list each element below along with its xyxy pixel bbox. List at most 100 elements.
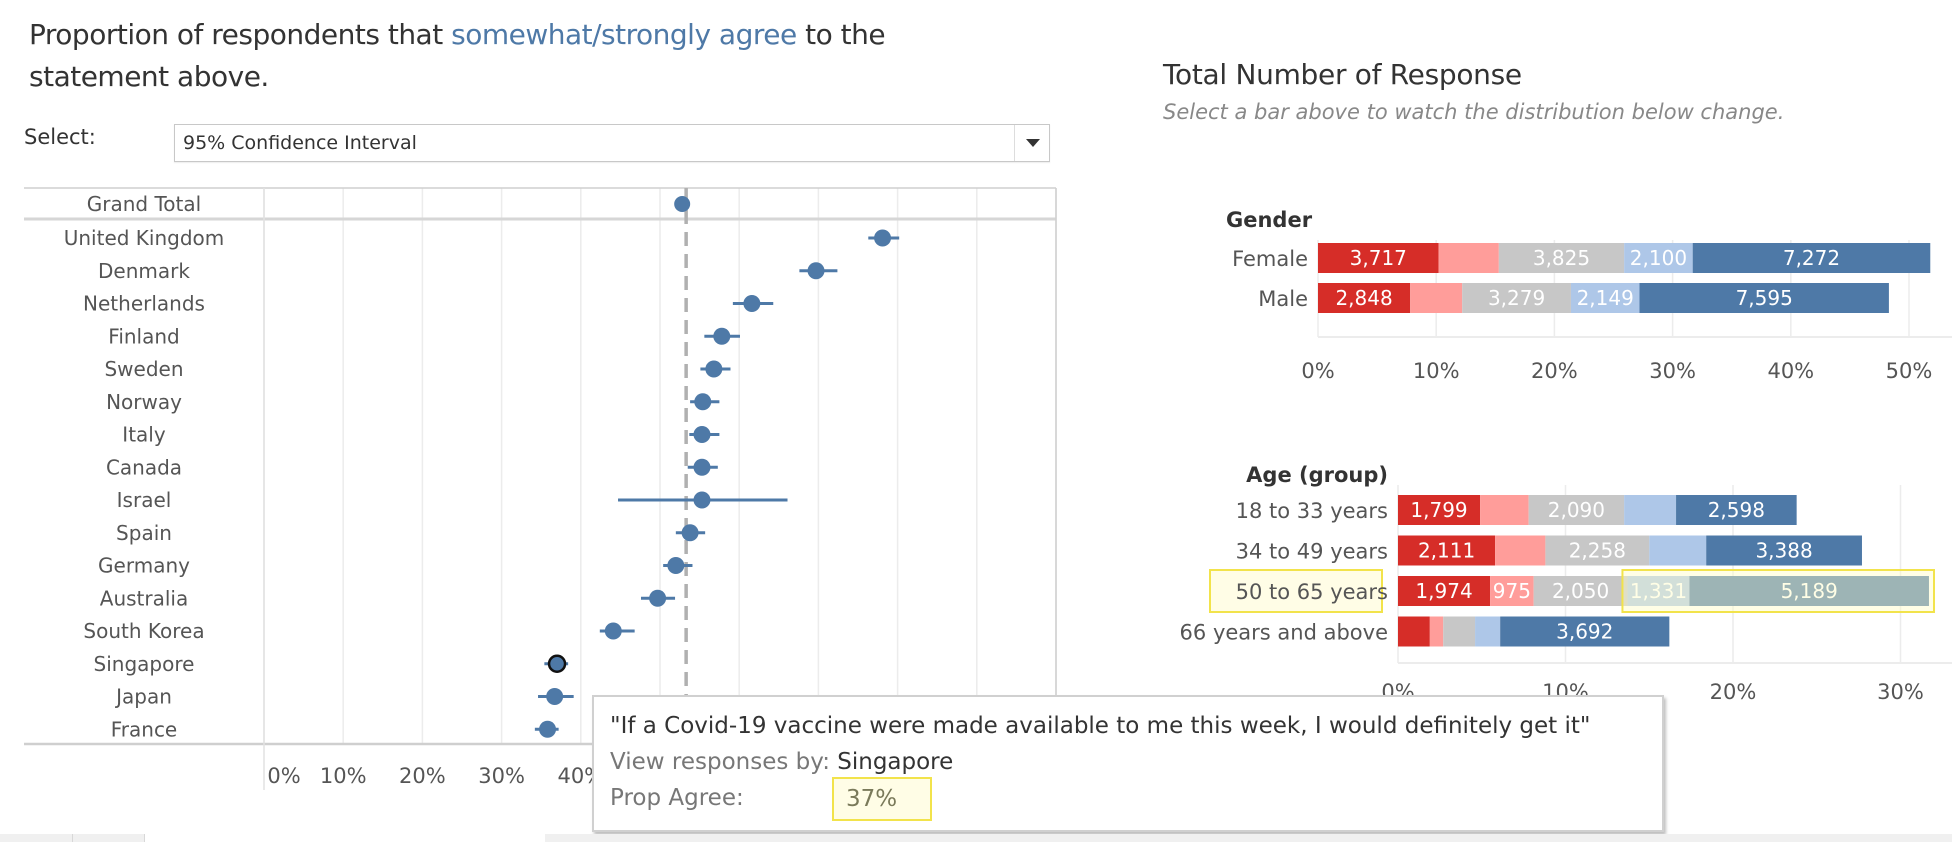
data-dot <box>667 557 685 574</box>
row-label: Italy <box>122 423 166 447</box>
segment-label: 3,388 <box>1755 539 1812 563</box>
row-label: Israel <box>117 488 172 512</box>
selected-dot <box>547 654 567 673</box>
chart-header: Age (group) <box>1246 463 1388 487</box>
dotplot-marks <box>534 196 900 738</box>
segment-label: 3,717 <box>1350 246 1407 270</box>
tooltip: "If a Covid-19 vaccine were made availab… <box>592 695 1664 832</box>
row-label: Sweden <box>104 357 183 381</box>
tooltip-prop-label: Prop Agree: <box>610 785 744 811</box>
bar-segment <box>1398 616 1430 647</box>
x-tick-label: 20% <box>399 764 446 788</box>
tooltip-view-label: View responses by: <box>610 749 838 775</box>
dotplot-x-ticks: 0% 10% 20% 30% 40% <box>267 764 604 788</box>
data-dot <box>546 688 564 705</box>
segment-label: 975 <box>1493 579 1531 603</box>
bar-segment <box>1438 243 1499 273</box>
bar-segment <box>1475 616 1501 647</box>
data-dot <box>694 393 712 411</box>
response-totals-title: Total Number of Response <box>1163 58 1522 91</box>
data-dot <box>743 295 761 312</box>
segment-label: 3,825 <box>1533 246 1590 270</box>
segment-label: 2,149 <box>1577 286 1634 310</box>
segment-label: 3,279 <box>1488 286 1545 310</box>
segment-label: 7,272 <box>1783 246 1840 270</box>
bar-segment <box>1429 616 1444 647</box>
segment-label: 2,111 <box>1418 539 1475 563</box>
tab-divider <box>72 834 73 842</box>
data-dot <box>807 262 825 280</box>
age-bar-chart: Age (group) 18 to 33 years 1,799 2,090 2,598… <box>1180 463 1952 700</box>
tooltip-question: "If a Covid-19 vaccine were made availab… <box>610 713 1591 739</box>
row-label: Norway <box>106 390 182 414</box>
row-label: Australia <box>100 586 188 610</box>
category-label: 34 to 49 years <box>1236 540 1388 564</box>
data-dot <box>649 589 667 607</box>
segment-label: 2,598 <box>1708 498 1765 522</box>
x-tick-label: 20% <box>1710 680 1757 700</box>
response-totals-subtitle: Select a bar above to watch the distribu… <box>1163 100 1785 124</box>
bar-segment <box>1443 616 1476 647</box>
bar-segment <box>1410 283 1463 313</box>
gender-bar-chart: Gender Female 3,717 3,825 2,100 7,272 Male 2,84… <box>1226 208 1952 383</box>
data-dot <box>693 426 711 443</box>
bar-segment <box>1649 535 1707 566</box>
data-dot <box>681 524 699 542</box>
x-tick-label: 20% <box>1531 359 1578 383</box>
bar-segment <box>1624 495 1677 525</box>
row-label: Canada <box>106 455 182 479</box>
category-label: 18 to 33 years <box>1236 499 1388 523</box>
x-tick-label: 30% <box>1649 359 1696 383</box>
row-label: South Korea <box>83 619 204 643</box>
tooltip-prop-value: 37% <box>846 786 898 812</box>
x-tick-label: 0% <box>267 764 300 788</box>
x-tick-label: 10% <box>1413 359 1460 383</box>
segment-label: 2,258 <box>1569 539 1626 563</box>
x-tick-label: 30% <box>1877 680 1924 700</box>
segment-label: 1,799 <box>1410 498 1467 522</box>
x-tick-label: 0% <box>1301 359 1334 383</box>
segment-highlight <box>1621 569 1935 613</box>
x-tick-label: 50% <box>1886 359 1933 383</box>
bar-segment <box>1495 535 1546 566</box>
segment-label: 1,974 <box>1415 579 1472 603</box>
data-dot <box>539 720 557 738</box>
data-dot <box>693 458 711 476</box>
segment-label: 2,050 <box>1552 579 1609 603</box>
grand-total-dot <box>674 196 691 212</box>
segment-label: 2,090 <box>1548 498 1605 522</box>
segment-label: 3,692 <box>1556 620 1613 644</box>
row-label: Japan <box>114 685 172 709</box>
chart-header: Gender <box>1226 208 1313 232</box>
row-label-grand-total: Grand Total <box>87 192 201 216</box>
category-label: Male <box>1258 287 1308 311</box>
row-label: Netherlands <box>83 292 205 316</box>
tooltip-view-value: Singapore <box>837 749 954 775</box>
row-label: United Kingdom <box>64 226 225 250</box>
x-tick-label: 40% <box>1767 359 1814 383</box>
row-label: France <box>111 717 178 741</box>
row-label: Finland <box>108 324 179 348</box>
data-dot <box>705 360 723 378</box>
row-label: Denmark <box>98 259 190 283</box>
category-label: 66 years and above <box>1180 621 1388 645</box>
tooltip-prop-highlight: 37% <box>832 777 932 821</box>
data-dot <box>713 327 731 345</box>
tooltip-view-by: View responses by: Singapore <box>610 749 953 775</box>
row-label: Singapore <box>94 652 195 676</box>
segment-label: 2,848 <box>1335 286 1392 310</box>
category-label: 50 to 65 years <box>1236 580 1388 604</box>
row-label: Germany <box>98 554 190 578</box>
data-dot <box>604 622 622 640</box>
x-tick-label: 10% <box>320 764 367 788</box>
stacked-bar-charts: Gender Female 3,717 3,825 2,100 7,272 Male 2,84… <box>1180 208 1952 700</box>
row-label: Spain <box>116 521 172 545</box>
data-dot <box>693 491 711 509</box>
segment-label: 2,100 <box>1630 246 1687 270</box>
dotplot-grid <box>263 188 1057 744</box>
bar-segment <box>1480 495 1529 525</box>
x-tick-label: 30% <box>478 764 525 788</box>
dotplot-row-labels: Grand Total United Kingdom Denmark Netherla… <box>64 192 225 741</box>
data-dot <box>874 229 892 247</box>
active-tab[interactable] <box>145 834 545 842</box>
